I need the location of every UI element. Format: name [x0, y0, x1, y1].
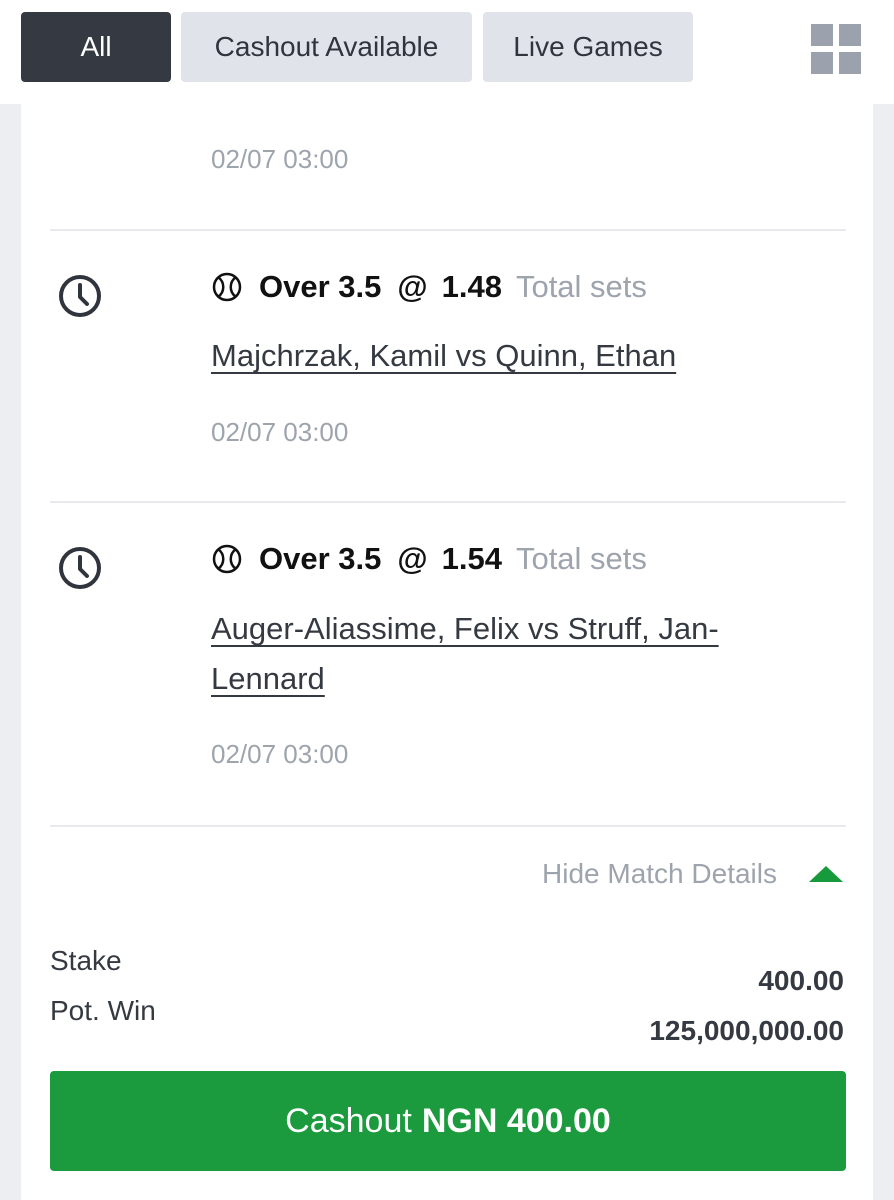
hide-match-details-label: Hide Match Details: [542, 858, 777, 889]
tennis-ball-icon: [212, 272, 242, 302]
stake-value: 400.00: [758, 965, 844, 996]
chevron-up-icon: [809, 866, 843, 882]
selection-odds: 1.54: [441, 541, 502, 576]
at-symbol: @: [397, 541, 428, 576]
tennis-ball-icon: [212, 544, 242, 574]
bet-card: 02/07 03:00 Over 3.5 @ 1.48 Total sets M…: [21, 104, 873, 1200]
cashout-label: Cashout: [285, 1101, 412, 1140]
selection-market: Total sets: [515, 269, 647, 304]
tab-all[interactable]: All: [21, 12, 171, 82]
clock-icon: [59, 275, 101, 317]
hide-match-details-toggle[interactable]: Hide Match Details: [542, 854, 843, 894]
divider: [50, 825, 846, 827]
selection-odds: 1.48: [441, 269, 502, 304]
cashout-amount: NGN 400.00: [421, 1101, 611, 1140]
divider: [50, 229, 846, 231]
tab-cashout-available[interactable]: Cashout Available: [181, 12, 472, 82]
event-date: 02/07 03:00: [211, 739, 349, 769]
at-symbol: @: [397, 269, 428, 304]
match-link[interactable]: Auger-Aliassime, Felix vs Struff, Jan-Le…: [211, 604, 801, 704]
grid-view-icon[interactable]: [811, 24, 861, 74]
selection-pick: Over 3.5: [259, 541, 382, 576]
filter-bar: All Cashout Available Live Games: [0, 0, 894, 104]
selection-market: Total sets: [515, 541, 647, 576]
event-date: 02/07 03:00: [211, 417, 349, 447]
potwin-value: 125,000,000.00: [649, 1015, 844, 1046]
match-link[interactable]: Majchrzak, Kamil vs Quinn, Ethan: [211, 331, 811, 381]
tab-live-games[interactable]: Live Games: [483, 12, 693, 82]
cashout-button[interactable]: Cashout NGN 400.00: [50, 1071, 846, 1171]
selection-line: Over 3.5 @ 1.54 Total sets: [211, 539, 647, 579]
event-date: 02/07 03:00: [211, 144, 349, 174]
stake-label: Stake: [50, 945, 122, 976]
selection-line: Over 3.5 @ 1.48 Total sets: [211, 267, 647, 307]
potwin-label: Pot. Win: [50, 995, 156, 1026]
clock-icon: [59, 547, 101, 589]
selection-pick: Over 3.5: [259, 269, 382, 304]
divider: [50, 501, 846, 503]
